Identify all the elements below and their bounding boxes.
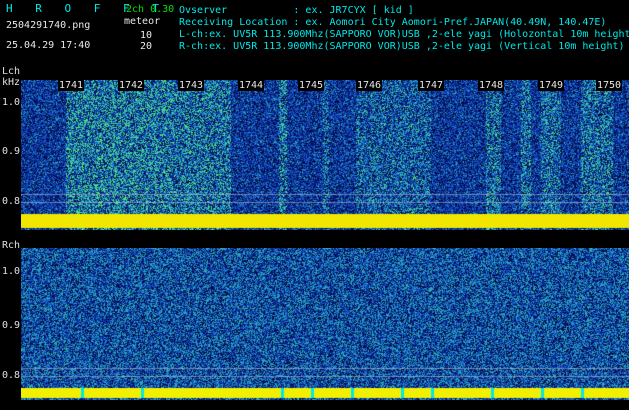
mode-label: 2ch 0.30 [126, 4, 175, 15]
rch-tick-0-9: 0.9 [2, 320, 21, 331]
lch-label: Lch [2, 66, 21, 77]
time-marker-1750: 1750 [596, 80, 623, 91]
time-marker-1741: 1741 [58, 80, 85, 91]
location-line: Receiving Location : ex. Aomori City Aom… [179, 17, 607, 28]
time-marker-1749: 1749 [538, 80, 565, 91]
rch-tick-1-0: 1.0 [2, 266, 21, 277]
lch-tick-1-0: 1.0 [2, 97, 21, 108]
meteor-count-r: 20 [140, 41, 153, 52]
time-marker-1743: 1743 [178, 80, 205, 91]
time-marker-1745: 1745 [298, 80, 325, 91]
time-marker-1747: 1747 [418, 80, 445, 91]
observer-line: Ovserver : ex. JR7CYX [ kid ] [179, 5, 414, 16]
lch-tick-0-8: 0.8 [2, 196, 21, 207]
lch-tick-0-9: 0.9 [2, 146, 21, 157]
rch-tick-0-8: 0.8 [2, 370, 21, 381]
time-marker-1742: 1742 [118, 80, 145, 91]
filename-label: 2504291740.png [6, 20, 91, 31]
rch-label: Rch [2, 240, 21, 251]
meteor-label: meteor [124, 16, 161, 27]
rch-spectrogram [21, 248, 629, 400]
lch-spectrogram [21, 80, 629, 230]
datetime-label: 25.04.29 17:40 [6, 40, 91, 51]
time-marker-1746: 1746 [356, 80, 383, 91]
rch-info-line: R-ch:ex. UV5R 113.900Mhz(SAPPORO VOR)USB… [179, 41, 625, 52]
lch-info-line: L-ch:ex. UV5R 113.900Mhz(SAPPORO VOR)USB… [179, 29, 629, 40]
lch-unit: kHz [2, 77, 21, 88]
time-marker-1744: 1744 [238, 80, 265, 91]
meteor-count-l: 10 [140, 30, 153, 41]
time-marker-1748: 1748 [478, 80, 505, 91]
